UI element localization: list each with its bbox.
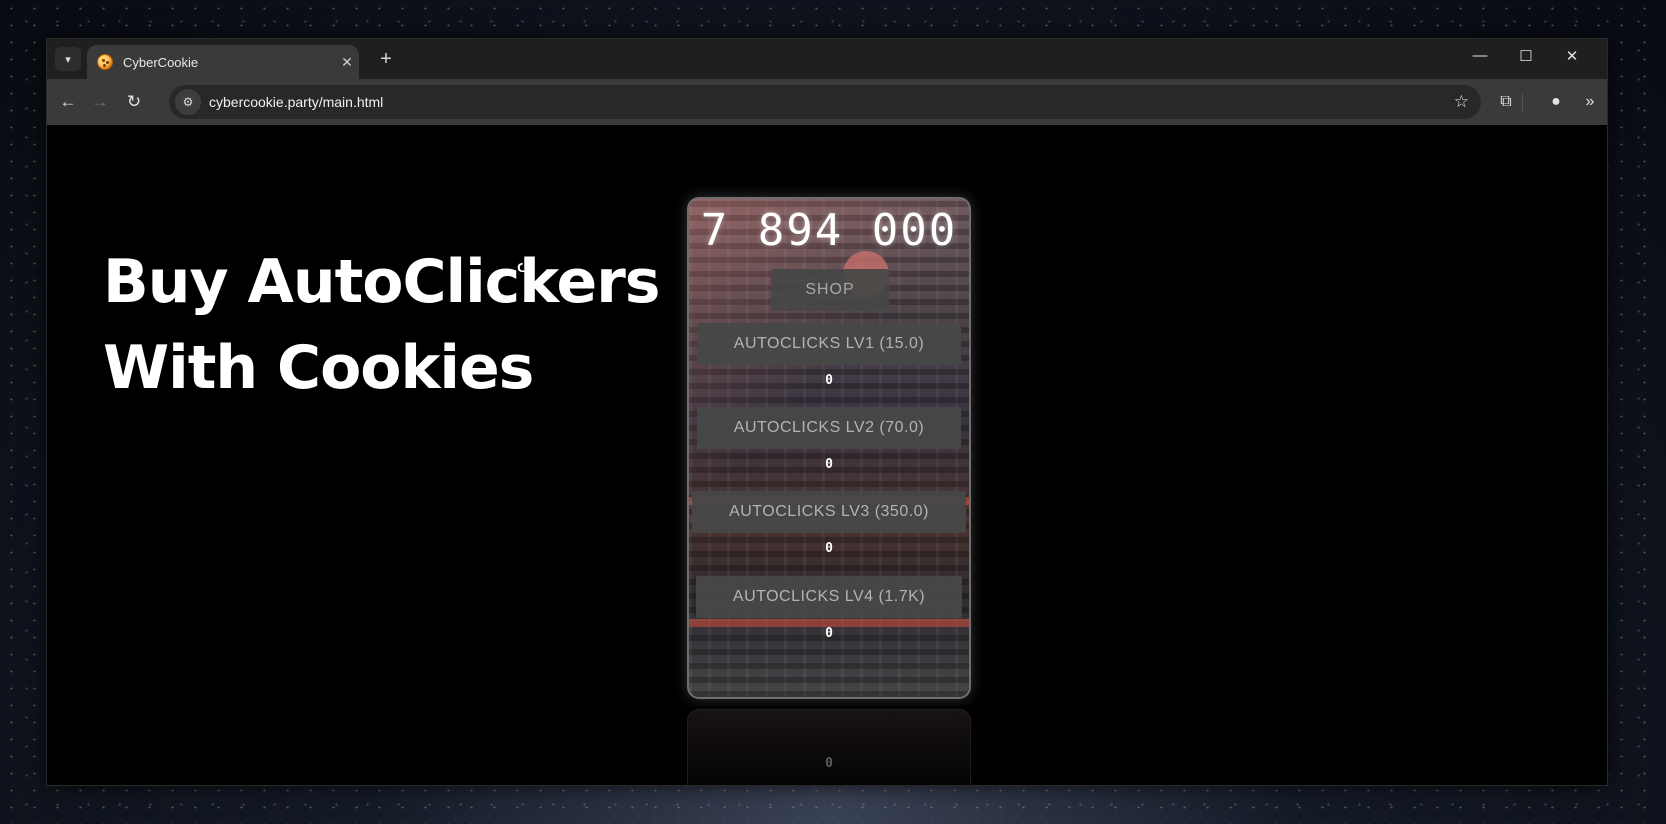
- tab-cybercookie[interactable]: CyberCookie ✕: [87, 45, 359, 79]
- autoclicks-lv4-count: 0: [825, 626, 833, 641]
- autoclicks-lv4-button[interactable]: AUTOCLICKS LV4 (1.7K): [696, 576, 962, 618]
- bookmark-star-icon[interactable]: ☆: [1454, 92, 1469, 112]
- profile-avatar-icon[interactable]: ●: [1543, 89, 1569, 115]
- game-panel: 7 894 000 SHOP AUTOCLICKS LV1 (15.0) 0 A…: [687, 197, 971, 699]
- back-arrow-icon[interactable]: ←: [55, 89, 81, 115]
- close-window-icon[interactable]: ✕: [1557, 47, 1587, 65]
- close-tab-icon[interactable]: ✕: [335, 54, 359, 71]
- minimize-icon[interactable]: —: [1465, 47, 1495, 64]
- reflection-count: 0: [825, 756, 833, 771]
- autoclicks-lv1-button[interactable]: AUTOCLICKS LV1 (15.0): [697, 323, 961, 365]
- browser-window: ▾ CyberCookie ✕ + — ☐ ✕ ← → ↻ ⚙ cybercoo…: [46, 38, 1608, 786]
- autoclicks-lv2-count: 0: [825, 457, 833, 472]
- chevron-down-icon: ▾: [65, 53, 71, 66]
- headline-line-2: With Cookies: [103, 333, 534, 403]
- cookie-counter: 7 894 000: [700, 205, 958, 256]
- address-bar[interactable]: ⚙ cybercookie.party/main.html ☆: [169, 85, 1481, 119]
- forward-arrow-icon[interactable]: →: [87, 89, 113, 115]
- autoclicks-lv1-count: 0: [825, 373, 833, 388]
- page-viewport: Buy AutoClickers With Cookies ᓚ 7 894 00…: [47, 125, 1607, 785]
- headline-line-1: Buy AutoClickers: [103, 247, 661, 317]
- browser-toolbar: ← → ↻ ⚙ cybercookie.party/main.html ☆ ⧉ …: [47, 79, 1607, 125]
- extensions-puzzle-icon[interactable]: ⧉: [1493, 89, 1519, 115]
- reload-icon[interactable]: ↻: [121, 89, 147, 115]
- new-tab-button[interactable]: +: [373, 48, 399, 71]
- page-headline: Buy AutoClickers With Cookies: [103, 239, 661, 411]
- autoclicks-lv3-count: 0: [825, 541, 833, 556]
- toolbar-divider: [1522, 94, 1523, 112]
- chevrons-right-icon[interactable]: »: [1577, 89, 1603, 115]
- tab-title: CyberCookie: [123, 54, 199, 70]
- cookie-favicon-icon: [97, 54, 113, 70]
- site-info-icon[interactable]: ⚙: [175, 89, 201, 115]
- cat-cursor-icon: ᓚ: [517, 255, 535, 277]
- shop-button[interactable]: SHOP: [771, 269, 889, 311]
- autoclicks-lv2-button[interactable]: AUTOCLICKS LV2 (70.0): [697, 407, 961, 449]
- game-panel-reflection: 0: [687, 709, 971, 785]
- maximize-icon[interactable]: ☐: [1511, 47, 1541, 65]
- tab-strip: ▾ CyberCookie ✕ + — ☐ ✕: [47, 39, 1607, 79]
- tab-search-button[interactable]: ▾: [55, 47, 81, 71]
- autoclicks-lv3-button[interactable]: AUTOCLICKS LV3 (350.0): [692, 491, 966, 533]
- url-text[interactable]: cybercookie.party/main.html: [209, 94, 1454, 110]
